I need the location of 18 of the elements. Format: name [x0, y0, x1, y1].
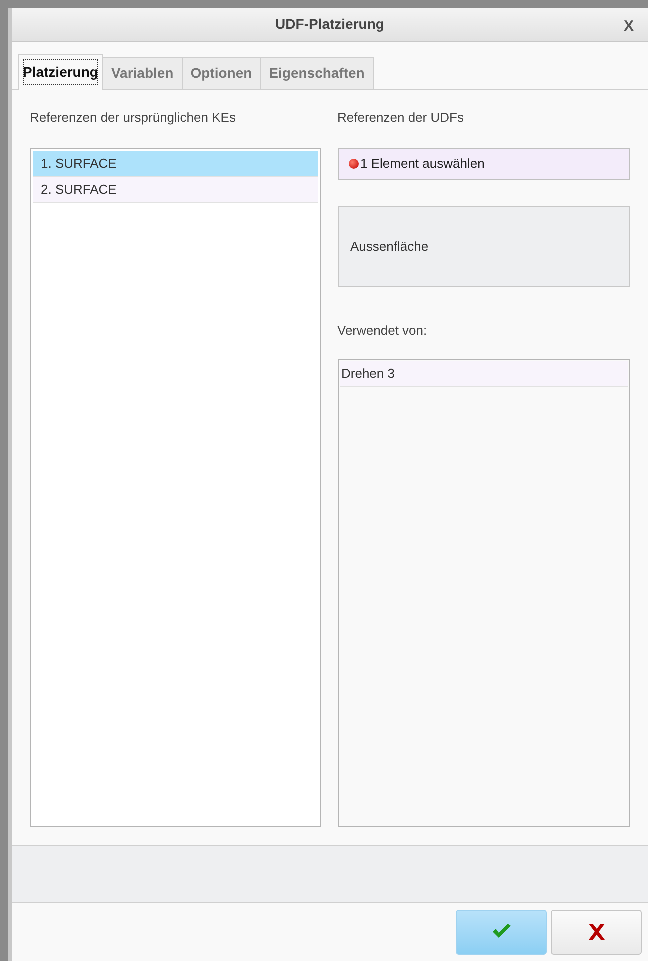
- prompt-text: Aussenfläche: [350, 238, 429, 256]
- list-item[interactable]: Drehen 3: [340, 361, 628, 387]
- close-button[interactable]: X: [624, 16, 634, 38]
- section-label: Referenzen der ursprünglichen KEs: [30, 109, 237, 127]
- close-icon: [586, 923, 606, 941]
- tab[interactable]: Optionen: [182, 57, 262, 89]
- tab[interactable]: Eigenschaften: [261, 57, 374, 89]
- list-item[interactable]: 2. SURFACE: [33, 177, 318, 203]
- tab[interactable]: Variablen: [103, 57, 183, 89]
- window-title: UDF-Platzierung: [276, 15, 384, 34]
- cancel-button[interactable]: [551, 910, 642, 954]
- list-item[interactable]: 1. SURFACE: [33, 151, 318, 177]
- reference-collector[interactable]: 1 Element auswählen: [338, 148, 630, 180]
- tab[interactable]: Platzierung: [18, 54, 104, 90]
- section-label: Referenzen der UDFs: [338, 109, 465, 127]
- collector-text: 1 Element auswählen: [360, 155, 485, 174]
- section-label: Verwendet von:: [338, 322, 428, 340]
- checkmark-icon: [490, 923, 512, 941]
